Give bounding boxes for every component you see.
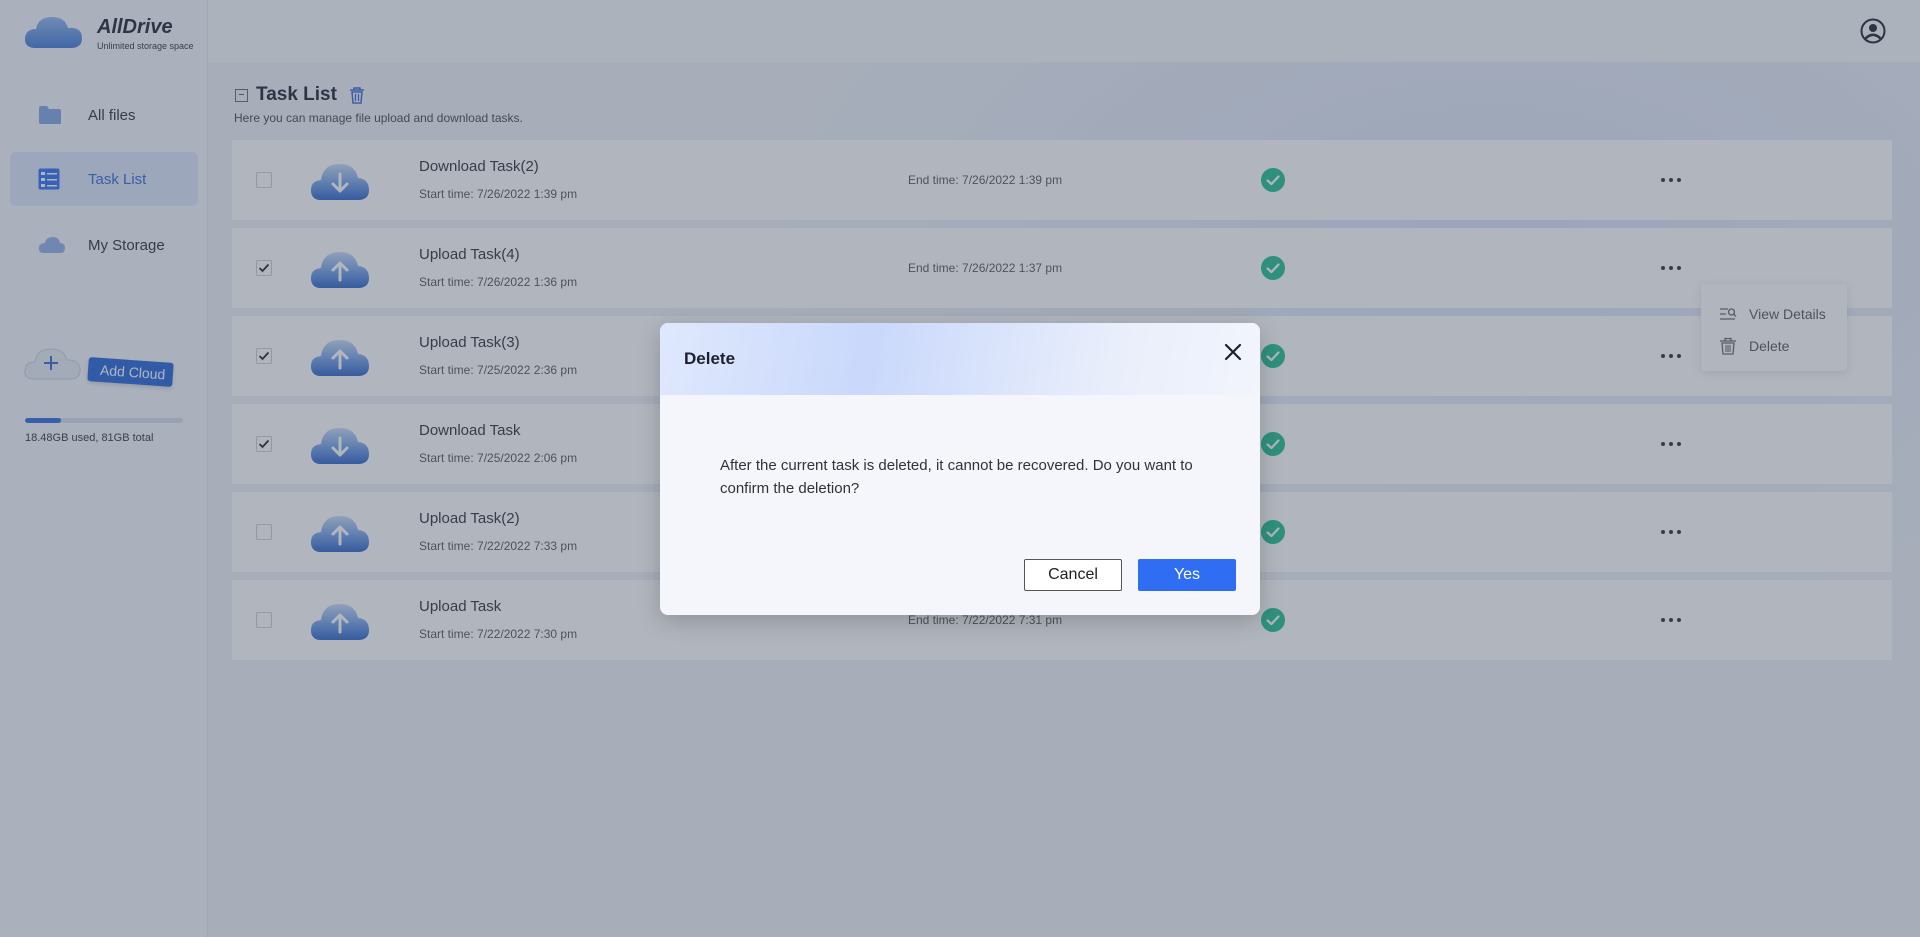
dialog-message: After the current task is deleted, it ca…: [720, 457, 1193, 497]
confirm-yes-button[interactable]: Yes: [1138, 559, 1236, 591]
cancel-button[interactable]: Cancel: [1024, 559, 1122, 591]
close-icon[interactable]: [1224, 343, 1242, 361]
dialog-header: Delete: [660, 323, 1260, 395]
dialog-title: Delete: [684, 349, 736, 368]
delete-confirm-dialog: Delete After the current task is deleted…: [660, 323, 1260, 615]
